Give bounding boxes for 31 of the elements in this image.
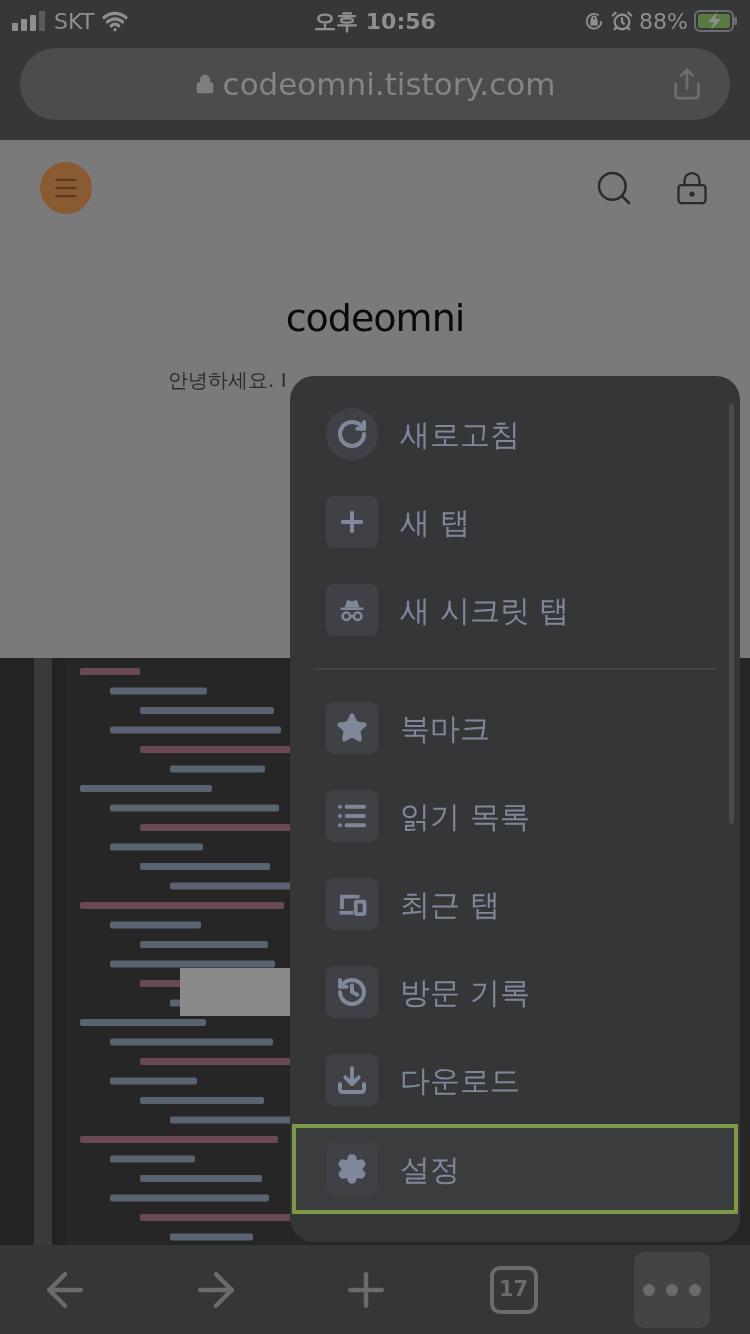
battery-percent: 88% bbox=[639, 7, 688, 36]
blog-description: 안녕하세요. I bbox=[168, 367, 287, 394]
menu-item[interactable]: 새로고침 bbox=[292, 390, 738, 478]
menu-item[interactable]: 새 탭 bbox=[292, 478, 738, 566]
menu-item[interactable]: 설정 bbox=[292, 1124, 738, 1214]
clock: 오후 10:56 bbox=[314, 7, 436, 36]
battery-icon bbox=[694, 10, 738, 32]
carrier: SKT bbox=[54, 7, 95, 36]
alarm-icon bbox=[611, 10, 634, 32]
menu-item[interactable]: 새 시크릿 탭 bbox=[292, 566, 738, 654]
menu-item[interactable]: 다운로드 bbox=[292, 1036, 738, 1124]
history-icon bbox=[326, 966, 378, 1018]
address-bar[interactable]: codeomni.tistory.com bbox=[20, 48, 730, 120]
menu-item[interactable]: 방문 기록 bbox=[292, 948, 738, 1036]
lock-icon bbox=[194, 74, 215, 94]
refresh-icon bbox=[326, 408, 378, 460]
list-icon bbox=[326, 790, 378, 842]
login-lock-icon[interactable] bbox=[674, 170, 710, 206]
menu-item[interactable]: 북마크 bbox=[292, 684, 738, 772]
menu-button[interactable] bbox=[40, 162, 92, 214]
devices-icon bbox=[326, 878, 378, 930]
plus-icon bbox=[326, 496, 378, 548]
download-icon bbox=[326, 1054, 378, 1106]
url-text: codeomni.tistory.com bbox=[222, 64, 556, 104]
menu-item[interactable]: 최근 탭 bbox=[292, 860, 738, 948]
incognito-icon bbox=[326, 584, 378, 636]
blog-title: codeomni bbox=[284, 295, 466, 342]
more-button[interactable] bbox=[634, 1251, 710, 1328]
signal-icon bbox=[12, 11, 46, 31]
menu-item[interactable]: 읽기 목록 bbox=[292, 772, 738, 860]
more-icon bbox=[642, 1282, 702, 1297]
